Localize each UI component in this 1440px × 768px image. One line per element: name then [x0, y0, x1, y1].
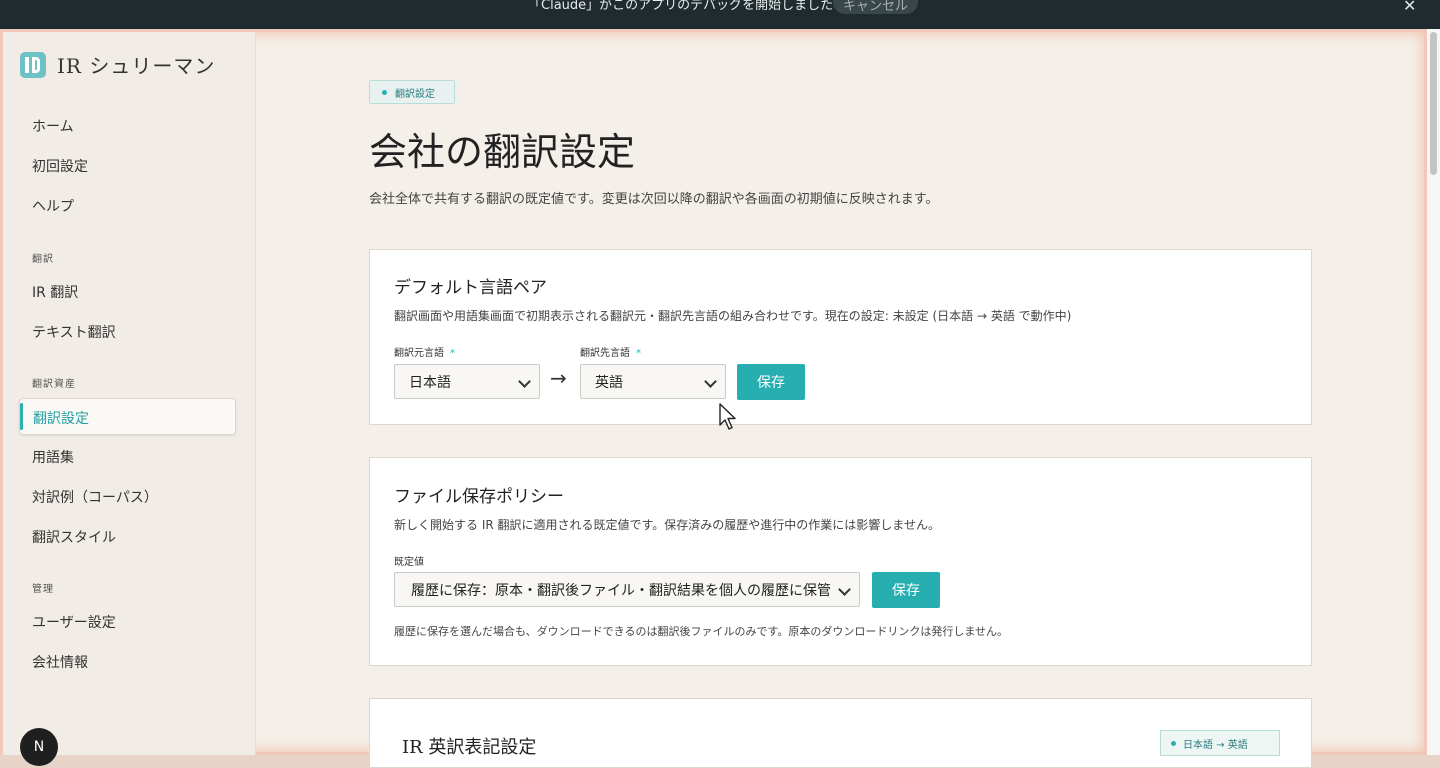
sidebar-item-text-translation[interactable]: テキスト翻訳	[32, 322, 116, 342]
card-title: ファイル保存ポリシー	[394, 487, 564, 507]
source-language-label-text: 翻訳元言語	[394, 348, 444, 359]
mouse-cursor-icon	[719, 403, 736, 430]
language-pair-tag-label: 日本語 → 英語	[1183, 739, 1248, 751]
sidebar-item-glossary[interactable]: 用語集	[32, 447, 74, 467]
scrollbar-thumb[interactable]	[1430, 32, 1437, 175]
save-file-policy-button[interactable]: 保存	[872, 572, 940, 608]
main-content: 翻訳設定 会社の翻訳設定 会社全体で共有する翻訳の既定値です。変更は次回以降の翻…	[256, 29, 1426, 768]
brand[interactable]: IR シュリーマン	[20, 50, 215, 79]
file-storage-policy-select[interactable]: 履歴に保存：原本・翻訳後ファイル・翻訳結果を個人の履歴に保管	[394, 572, 860, 607]
sidebar-section-translation: 翻訳	[32, 254, 54, 265]
ir-english-notation-card: IR 英訳表記設定 日本語 → 英語	[369, 698, 1312, 768]
required-mark: *	[636, 348, 641, 359]
cancel-debug-button[interactable]: キャンセル	[833, 0, 918, 14]
language-pair-tag: 日本語 → 英語	[1160, 730, 1280, 756]
dot-icon	[1171, 740, 1176, 746]
page-pill: 翻訳設定	[369, 80, 455, 104]
close-icon[interactable]: ✕	[1403, 0, 1416, 15]
source-language-label: 翻訳元言語 *	[394, 344, 455, 359]
sidebar-item-translation-settings[interactable]: 翻訳設定	[19, 398, 236, 435]
sidebar-item-initial-setup[interactable]: 初回設定	[32, 156, 88, 176]
file-storage-policy-value: 履歴に保存：原本・翻訳後ファイル・翻訳結果を個人の履歴に保管	[411, 582, 831, 599]
card-title: IR 英訳表記設定	[402, 737, 537, 758]
brand-logo-icon	[20, 51, 46, 78]
target-language-label-text: 翻訳先言語	[580, 348, 630, 359]
target-language-label: 翻訳先言語 *	[580, 344, 641, 359]
page-title: 会社の翻訳設定	[369, 130, 636, 174]
sidebar-item-home[interactable]: ホーム	[32, 116, 74, 136]
page-description: 会社全体で共有する翻訳の既定値です。変更は次回以降の翻訳や各画面の初期値に反映さ…	[369, 192, 939, 207]
source-language-select[interactable]: 日本語	[394, 364, 540, 399]
chevron-down-icon	[838, 583, 851, 596]
target-language-value: 英語	[595, 374, 623, 391]
sidebar-item-company-info[interactable]: 会社情報	[32, 652, 88, 672]
sidebar-item-ir-translation[interactable]: IR 翻訳	[32, 282, 78, 302]
debug-notification-bar: 「Claude」がこのアプリのデバッグを開始しました キャンセル ✕	[0, 0, 1440, 29]
sidebar-item-label: 翻訳設定	[33, 411, 89, 427]
default-language-pair-card: デフォルト言語ペア 翻訳画面や用語集画面で初期表示される翻訳元・翻訳先言語の組み…	[369, 249, 1312, 425]
dot-icon	[382, 89, 387, 95]
brand-name: IR シュリーマン	[57, 54, 216, 78]
source-language-value: 日本語	[409, 374, 451, 391]
chevron-down-icon	[518, 375, 531, 388]
sidebar-item-help[interactable]: ヘルプ	[32, 196, 74, 216]
sidebar: IR シュリーマン ホーム 初回設定 ヘルプ 翻訳 IR 翻訳 テキスト翻訳 翻…	[3, 32, 256, 766]
default-value-label: 既定値	[394, 557, 424, 568]
debug-message: 「Claude」がこのアプリのデバッグを開始しました	[528, 0, 834, 13]
file-policy-note: 履歴に保存を選んだ場合も、ダウンロードできるのは翻訳後ファイルのみです。原本のダ…	[394, 625, 1009, 638]
file-storage-policy-card: ファイル保存ポリシー 新しく開始する IR 翻訳に適用される既定値です。保存済み…	[369, 457, 1312, 666]
card-title: デフォルト言語ペア	[394, 278, 547, 298]
card-description: 翻訳画面や用語集画面で初期表示される翻訳元・翻訳先言語の組み合わせです。現在の設…	[394, 309, 1072, 323]
card-description: 新しく開始する IR 翻訳に適用される既定値です。保存済みの履歴や進行中の作業に…	[394, 518, 940, 532]
required-mark: *	[450, 348, 455, 359]
sidebar-item-translation-style[interactable]: 翻訳スタイル	[32, 527, 116, 547]
sidebar-section-assets: 翻訳資産	[32, 379, 76, 390]
sidebar-item-corpus[interactable]: 対訳例（コーパス）	[32, 487, 158, 507]
arrow-right-icon: →	[550, 366, 567, 390]
save-language-pair-button[interactable]: 保存	[737, 364, 805, 400]
page-pill-label: 翻訳設定	[395, 88, 435, 100]
target-language-select[interactable]: 英語	[580, 364, 726, 399]
avatar[interactable]: N	[20, 728, 58, 766]
chevron-down-icon	[704, 375, 717, 388]
sidebar-section-admin: 管理	[32, 584, 54, 595]
sidebar-item-user-settings[interactable]: ユーザー設定	[32, 612, 116, 632]
